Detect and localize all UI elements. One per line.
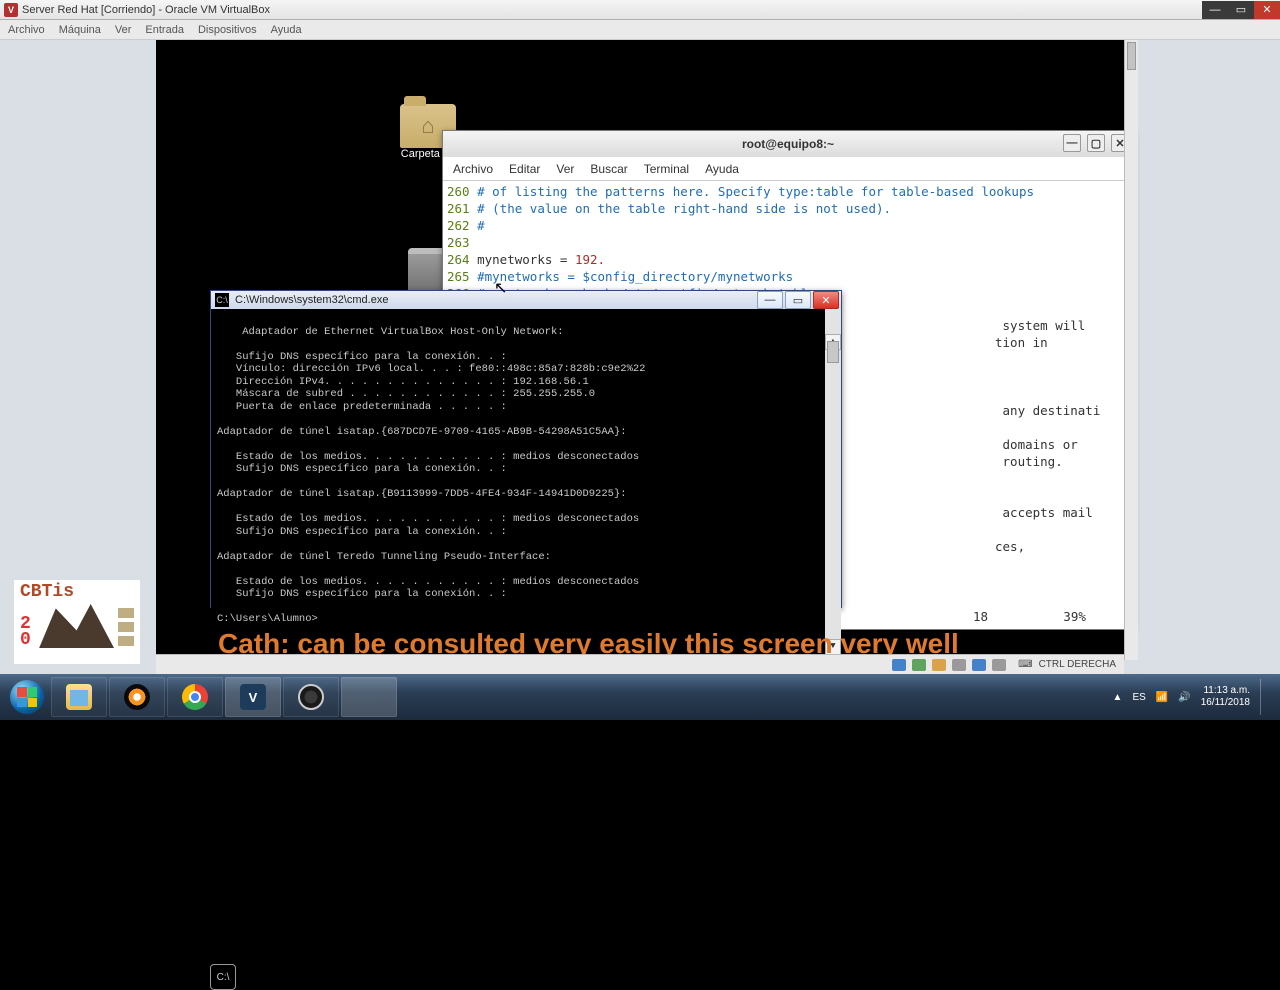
virtualbox-statusbar: ⌨ CTRL DERECHA: [156, 654, 1124, 674]
taskbar-obs[interactable]: [283, 677, 339, 717]
cbtis-logo: CBTis 2 0: [14, 580, 140, 664]
vb-minimize-button[interactable]: —: [1202, 1, 1228, 19]
virtualbox-title: Server Red Hat [Corriendo] - Oracle VM V…: [22, 4, 270, 16]
cmd-minimize-button[interactable]: —: [757, 291, 783, 309]
cbtis-year-2: 0: [20, 632, 31, 648]
virtualbox-icon: V: [4, 3, 18, 17]
vb-menu-entrada[interactable]: Entrada: [145, 24, 184, 36]
virtualbox-titlebar: V Server Red Hat [Corriendo] - Oracle VM…: [0, 0, 1280, 20]
tray-lang[interactable]: ES: [1132, 692, 1145, 703]
vb-status-display-icon[interactable]: [972, 659, 986, 671]
cbtis-label: CBTis: [14, 580, 140, 604]
tray-time: 11:13 a.m.: [1201, 685, 1250, 697]
taskbar-explorer[interactable]: [51, 677, 107, 717]
tray-network-icon[interactable]: 📶: [1156, 692, 1168, 703]
tray-clock[interactable]: 11:13 a.m. 16/11/2018: [1201, 685, 1250, 709]
cmd-close-button[interactable]: ✕: [813, 291, 839, 309]
system-tray[interactable]: ▲ ES 📶 🔊 11:13 a.m. 16/11/2018: [1113, 679, 1276, 715]
vb-menu-ver[interactable]: Ver: [115, 24, 132, 36]
vb-status-usb-icon[interactable]: [932, 659, 946, 671]
cmd-icon: C:\: [215, 293, 229, 307]
windows-taskbar: V C:\ ▲ ES 📶 🔊 11:13 a.m. 16/11/2018: [0, 674, 1280, 720]
gterm-maximize-button[interactable]: ▢: [1087, 134, 1105, 152]
taskbar-media-player[interactable]: [109, 677, 165, 717]
virtualbox-menubar: Archivo Máquina Ver Entrada Dispositivos…: [0, 20, 1280, 40]
gterm-menu-archivo[interactable]: Archivo: [453, 162, 493, 176]
vb-status-capture-icon[interactable]: [992, 659, 1006, 671]
gterm-menu-buscar[interactable]: Buscar: [590, 162, 627, 176]
vb-close-button[interactable]: ✕: [1254, 1, 1280, 19]
taskbar-chrome[interactable]: [167, 677, 223, 717]
taskbar-cmd[interactable]: C:\: [341, 677, 397, 717]
gnome-terminal-menubar: Archivo Editar Ver Buscar Terminal Ayuda: [443, 157, 1133, 181]
gterm-menu-ayuda[interactable]: Ayuda: [705, 162, 739, 176]
gnome-terminal-title: root@equipo8:~: [742, 137, 834, 151]
cmd-body[interactable]: Adaptador de Ethernet VirtualBox Host-On…: [211, 309, 841, 655]
vb-host-key: CTRL DERECHA: [1039, 659, 1116, 670]
gterm-menu-terminal[interactable]: Terminal: [644, 162, 689, 176]
start-button[interactable]: [4, 674, 50, 720]
tray-date: 16/11/2018: [1201, 697, 1250, 709]
vb-menu-dispositivos[interactable]: Dispositivos: [198, 24, 257, 36]
vb-menu-archivo[interactable]: Archivo: [8, 24, 45, 36]
vb-menu-ayuda[interactable]: Ayuda: [271, 24, 302, 36]
gterm-menu-editar[interactable]: Editar: [509, 162, 540, 176]
gnome-terminal-titlebar[interactable]: root@equipo8:~ — ▢ ✕: [443, 131, 1133, 157]
guest-scrollbar[interactable]: [1124, 40, 1138, 660]
cmd-window[interactable]: C:\ C:\Windows\system32\cmd.exe — ▭ ✕ Ad…: [210, 290, 842, 608]
vb-status-hdd-icon[interactable]: [892, 659, 906, 671]
show-desktop-button[interactable]: [1260, 679, 1270, 715]
vb-menu-maquina[interactable]: Máquina: [59, 24, 101, 36]
tray-volume-icon[interactable]: 🔊: [1178, 692, 1190, 703]
cmd-scrollbar[interactable]: ▲ ▼: [825, 309, 841, 655]
taskbar-virtualbox[interactable]: V: [225, 677, 281, 717]
vb-status-shared-icon[interactable]: [952, 659, 966, 671]
tray-flag-icon[interactable]: ▲: [1113, 692, 1123, 703]
cmd-maximize-button[interactable]: ▭: [785, 291, 811, 309]
vb-maximize-button[interactable]: ▭: [1228, 1, 1254, 19]
cmd-scroll-thumb[interactable]: [827, 341, 839, 363]
cmd-titlebar[interactable]: C:\ C:\Windows\system32\cmd.exe — ▭ ✕: [211, 291, 841, 309]
cmd-output: Adaptador de Ethernet VirtualBox Host-On…: [217, 326, 645, 626]
gterm-menu-ver[interactable]: Ver: [556, 162, 574, 176]
vb-status-net-icon[interactable]: [912, 659, 926, 671]
gterm-minimize-button[interactable]: —: [1063, 134, 1081, 152]
cmd-title-text: C:\Windows\system32\cmd.exe: [235, 294, 388, 306]
